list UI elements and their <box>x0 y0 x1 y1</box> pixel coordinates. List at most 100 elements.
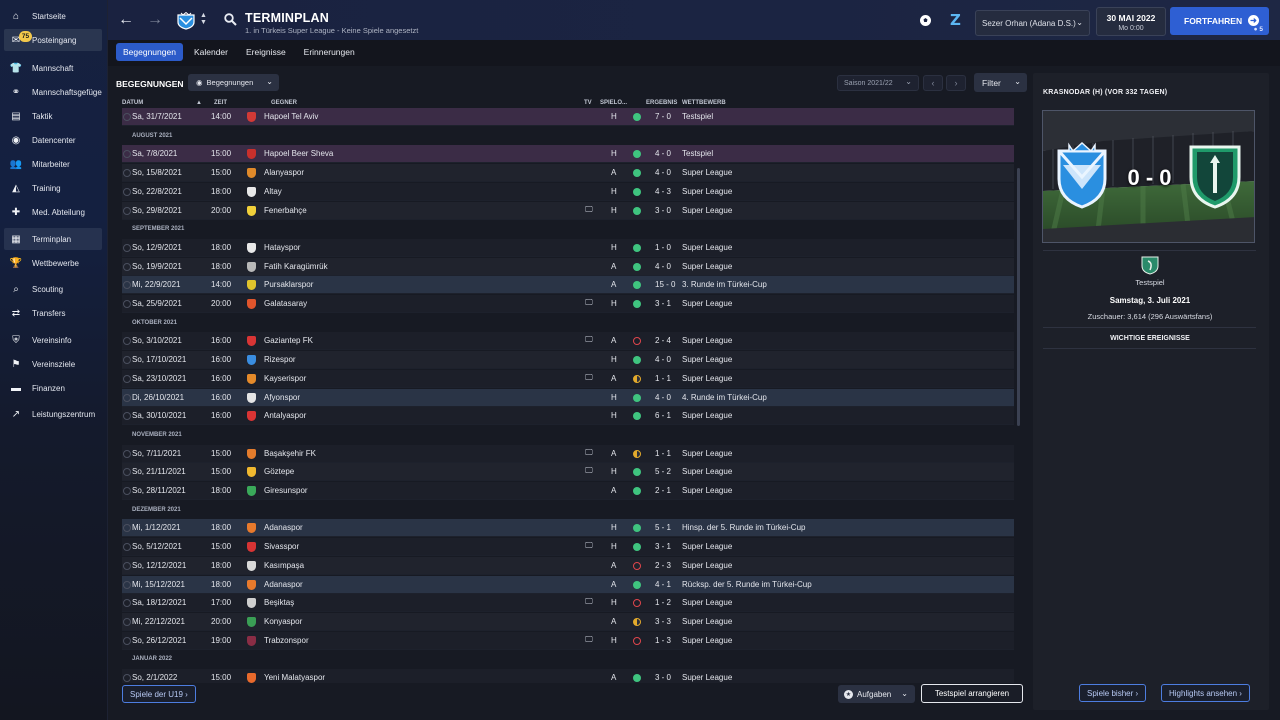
fixture-row[interactable]: So, 12/12/2021 18:00 Kasımpaşa A 2 - 3 Super … <box>122 556 1014 575</box>
opponent-name[interactable]: Kayserispor <box>264 374 306 383</box>
column-header-competition[interactable]: WETTBEWERB <box>682 100 726 106</box>
fixture-competition[interactable]: Super League <box>682 336 732 345</box>
fixture-score[interactable]: 3 - 0 <box>655 206 671 215</box>
tab-ereignisse[interactable]: Ereignisse <box>239 43 293 61</box>
column-header-time[interactable]: ZEIT <box>214 100 227 106</box>
fixture-competition[interactable]: Super League <box>682 355 732 364</box>
fixture-score[interactable]: 1 - 1 <box>655 449 671 458</box>
opponent-name[interactable]: Fenerbahçe <box>264 206 307 215</box>
sidebar-item-transfers[interactable]: ⇄ Transfers <box>4 302 102 324</box>
row-select-icon[interactable] <box>123 487 131 495</box>
scrollbar[interactable] <box>1017 168 1020 426</box>
row-select-icon[interactable] <box>123 468 131 477</box>
fixture-competition[interactable]: Super League <box>682 636 732 645</box>
fixture-competition[interactable]: Super League <box>682 262 732 271</box>
sidebar-item-inbox[interactable]: ✉ 75 Posteingang <box>4 29 102 51</box>
fixture-row[interactable]: So, 28/11/2021 18:00 Giresunspor A 2 - 1 Supe… <box>122 482 1014 500</box>
sidebar-item-team-dynamics[interactable]: ⚭ Mannschaftsgefüge <box>4 81 102 103</box>
row-select-icon[interactable] <box>123 599 131 608</box>
row-select-icon[interactable] <box>123 262 131 271</box>
fixture-row[interactable]: Sa, 18/12/2021 17:00 Beşiktaş 🖵 H 1 - 2 Super … <box>122 594 1014 613</box>
fixture-row[interactable]: So, 7/11/2021 15:00 Başakşehir FK 🖵 A 1 - 1 Su… <box>122 444 1014 463</box>
fixture-row[interactable]: So, 2/1/2022 15:00 Yeni Malatyaspor A 3 - 0 S… <box>122 669 1014 683</box>
tab-kalender[interactable]: Kalender <box>187 43 235 61</box>
fixture-score[interactable]: 3 - 0 <box>655 673 671 682</box>
sidebar-item-finances[interactable]: ▬ Finanzen <box>4 377 102 399</box>
column-header-opponent[interactable]: GEGNER <box>271 100 297 106</box>
opponent-name[interactable]: Gaziantep FK <box>264 336 313 345</box>
row-select-icon[interactable] <box>123 281 131 290</box>
sidebar-item-shirt[interactable]: 👕 Mannschaft <box>4 57 102 79</box>
opponent-name[interactable]: Rizespor <box>264 355 296 364</box>
column-header-date[interactable]: DATUM <box>122 100 143 106</box>
opponent-name[interactable]: Başakşehir FK <box>264 449 316 458</box>
match-image[interactable]: 0 - 0 <box>1042 110 1255 243</box>
opponent-name[interactable]: Pursaklarspor <box>264 280 313 289</box>
fixture-score[interactable]: 1 - 2 <box>655 598 671 607</box>
column-header-tv[interactable]: TV <box>584 100 592 106</box>
fixture-competition[interactable]: Super League <box>682 243 732 252</box>
arrange-friendly-button[interactable]: Testspiel arrangieren <box>921 684 1023 703</box>
sidebar-item-club-info[interactable]: ⛨ Vereinsinfo <box>4 329 102 351</box>
fixture-competition[interactable]: Super League <box>682 467 732 476</box>
fixture-score[interactable]: 4 - 0 <box>655 168 671 177</box>
tab-begegnungen[interactable]: Begegnungen <box>116 43 183 61</box>
fixture-score[interactable]: 2 - 3 <box>655 561 671 570</box>
fixture-row[interactable]: So, 17/10/2021 16:00 Rizespor H 4 - 0 Super L… <box>122 351 1014 370</box>
fixture-row[interactable]: Sa, 25/9/2021 20:00 Galatasaray 🖵 H 3 - 1 Supe… <box>122 295 1014 313</box>
row-select-icon[interactable] <box>123 169 131 178</box>
row-select-icon[interactable] <box>123 300 131 308</box>
fixture-row[interactable]: Sa, 23/10/2021 16:00 Kayserispor 🖵 A 1 - 1 Sup… <box>122 369 1014 388</box>
next-season-button[interactable]: › <box>946 75 966 91</box>
fixture-competition[interactable]: Super League <box>682 168 732 177</box>
fixture-row[interactable]: Mi, 22/9/2021 14:00 Pursaklarspor A 15 - 0 3.… <box>122 276 1014 295</box>
column-header-result[interactable]: ERGEBNIS <box>646 100 677 106</box>
row-select-icon[interactable] <box>123 636 131 645</box>
fixture-row[interactable]: Mi, 22/12/2021 20:00 Konyaspor A 3 - 3 Super … <box>122 612 1014 631</box>
sidebar-item-development-centre[interactable]: ↗ Leistungszentrum <box>4 403 102 425</box>
fixture-row[interactable]: Mi, 15/12/2021 18:00 Adanaspor A 4 - 1 Rücksp… <box>122 575 1014 594</box>
opponent-name[interactable]: Konyaspor <box>264 617 302 626</box>
fixture-row[interactable]: So, 5/12/2021 15:00 Sivasspor 🖵 H 3 - 1 Super … <box>122 538 1014 557</box>
fmz-logo-icon[interactable]: Z <box>950 11 961 29</box>
fixture-row[interactable]: So, 19/9/2021 18:00 Fatih Karagümrük A 4 - 0… <box>122 257 1014 276</box>
tab-erinnerungen[interactable]: Erinnerungen <box>297 43 362 61</box>
row-select-icon[interactable] <box>123 243 131 252</box>
opponent-name[interactable]: Sivasspor <box>264 542 299 551</box>
fixture-score[interactable]: 15 - 0 <box>655 280 675 289</box>
opponent-name[interactable]: Afyonspor <box>264 393 300 402</box>
fixture-row[interactable]: So, 3/10/2021 16:00 Gaziantep FK 🖵 A 2 - 4 Sup… <box>122 332 1014 351</box>
fixture-competition[interactable]: Super League <box>682 449 732 458</box>
club-crest-icon[interactable] <box>176 11 196 32</box>
opponent-name[interactable]: Antalyaspor <box>264 411 306 420</box>
watch-highlights-button[interactable]: Highlights ansehen › <box>1161 684 1250 702</box>
sidebar-item-calendar[interactable]: ▦ Terminplan <box>4 228 102 250</box>
u19-matches-button[interactable]: Spiele der U19 › <box>122 685 196 703</box>
fixture-score[interactable]: 4 - 0 <box>655 149 671 158</box>
opponent-name[interactable]: Adanaspor <box>264 580 303 589</box>
fixture-competition[interactable]: Hinsp. der 5. Runde im Türkei-Cup <box>682 523 805 532</box>
fixture-score[interactable]: 7 - 0 <box>655 112 671 121</box>
current-date-box[interactable]: 30 MAI 2022 Mo 0:00 <box>1096 7 1166 36</box>
row-select-icon[interactable] <box>123 337 131 346</box>
fixture-competition[interactable]: Super League <box>682 561 732 570</box>
fixture-row[interactable]: Sa, 7/8/2021 15:00 Hapoel Beer Sheva H 4 - 0… <box>122 145 1014 164</box>
opponent-name[interactable]: Fatih Karagümrük <box>264 262 328 271</box>
back-arrow-icon[interactable]: ← <box>118 12 134 28</box>
opponent-name[interactable]: Altay <box>264 187 282 196</box>
row-select-icon[interactable] <box>123 393 131 402</box>
row-select-icon[interactable] <box>123 374 131 383</box>
fixture-competition[interactable]: Rücksp. der 5. Runde im Türkei-Cup <box>682 580 812 589</box>
fixture-competition[interactable]: Super League <box>682 374 732 383</box>
opponent-name[interactable]: Alanyaspor <box>264 168 304 177</box>
opponent-name[interactable]: Göztepe <box>264 467 294 476</box>
fixture-score[interactable]: 1 - 3 <box>655 636 671 645</box>
sidebar-item-tactics[interactable]: ▤ Taktik <box>4 105 102 127</box>
fixture-row[interactable]: So, 29/8/2021 20:00 Fenerbahçe 🖵 H 3 - 0 Super… <box>122 201 1014 220</box>
fixture-score[interactable]: 5 - 2 <box>655 467 671 476</box>
fixture-score[interactable]: 1 - 0 <box>655 243 671 252</box>
sidebar-item-medical[interactable]: ✚ Med. Abteilung <box>4 201 102 223</box>
sidebar-item-trophy[interactable]: 🏆 Wettbewerbe <box>4 252 102 274</box>
sidebar-item-club-vision[interactable]: ⚑ Vereinsziele <box>4 353 102 375</box>
sidebar-item-staff[interactable]: 👥 Mitarbeiter <box>4 153 102 175</box>
